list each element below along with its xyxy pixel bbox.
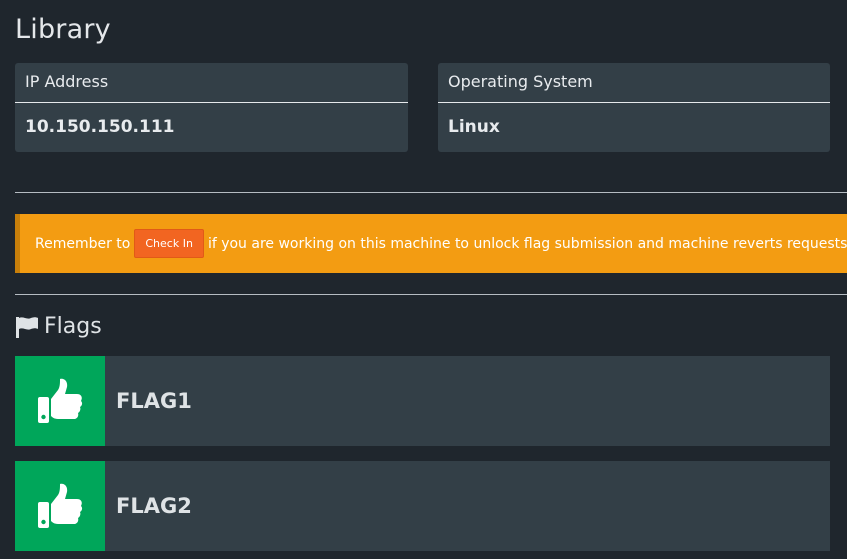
operating-system-box: Operating System Linux — [438, 63, 830, 152]
page-title: Library — [15, 14, 111, 45]
operating-system-label: Operating System — [438, 63, 830, 103]
alert-suffix-text: if you are working on this machine to un… — [207, 235, 847, 252]
flag-row: FLAG2 — [15, 461, 830, 551]
flag-row: FLAG1 — [15, 356, 830, 446]
ip-address-label: IP Address — [15, 63, 408, 103]
divider — [15, 192, 847, 193]
ip-address-value: 10.150.150.111 — [25, 117, 175, 137]
operating-system-value: Linux — [448, 117, 500, 137]
check-in-button[interactable]: Check In — [134, 229, 204, 258]
thumbs-up-icon — [38, 378, 83, 423]
flag-status-box — [15, 461, 105, 551]
check-in-alert: Remember to Check In if you are working … — [15, 214, 847, 273]
thumbs-up-icon — [38, 483, 83, 528]
flag-icon — [16, 316, 38, 338]
flags-section-title: Flags — [15, 314, 102, 339]
flag-name: FLAG1 — [116, 389, 192, 413]
ip-address-box: IP Address 10.150.150.111 — [15, 63, 408, 152]
divider — [15, 294, 847, 295]
flag-status-box — [15, 356, 105, 446]
flags-section-label: Flags — [44, 314, 102, 339]
flag-name: FLAG2 — [116, 494, 192, 518]
alert-prefix-text: Remember to — [35, 235, 131, 252]
